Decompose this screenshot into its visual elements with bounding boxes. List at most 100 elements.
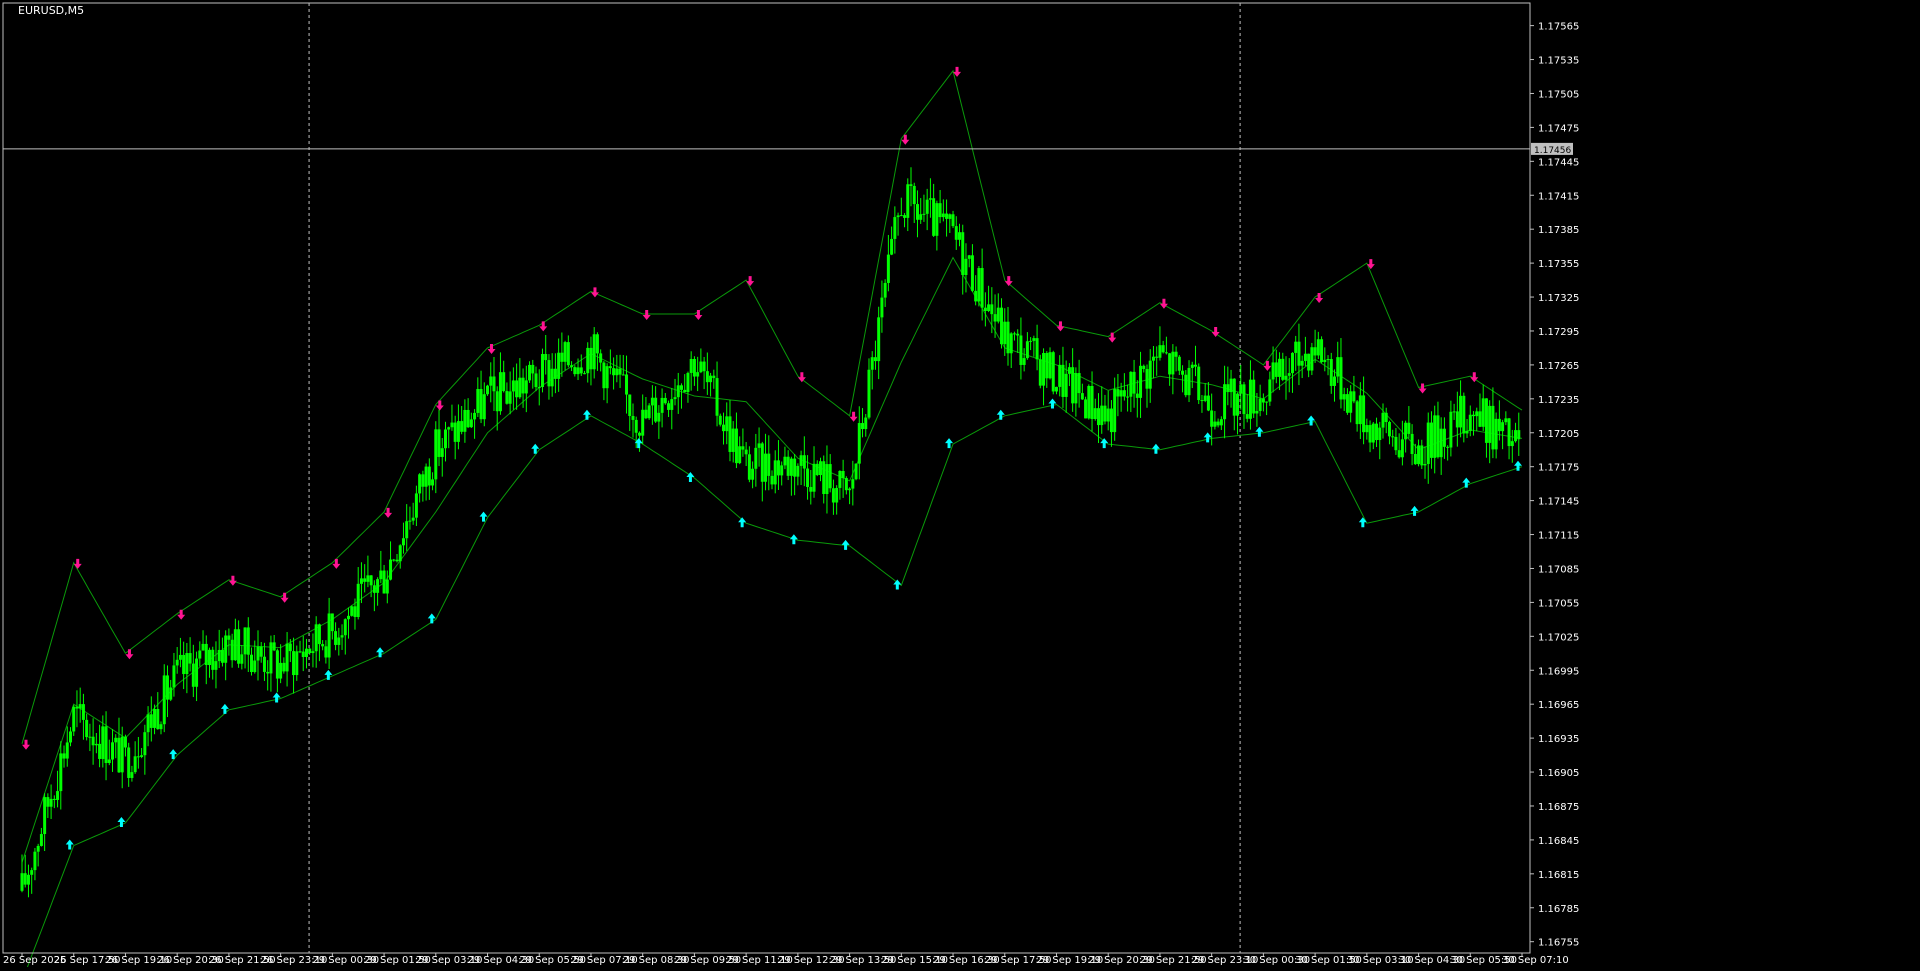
candle-body [1517, 430, 1521, 440]
candle-body [104, 726, 108, 763]
candle-body [204, 643, 208, 666]
candle-body [751, 468, 755, 480]
candle-body [1074, 373, 1078, 404]
candle-body [1394, 436, 1398, 451]
candle-body [851, 479, 855, 489]
candle-body [469, 419, 473, 428]
candle-body [1271, 362, 1275, 380]
candle-body [1501, 422, 1505, 432]
candle-body [770, 475, 774, 485]
price-tick-label: 1.17025 [1538, 632, 1579, 643]
time-tick-label: 30 Sep 07:10 [1502, 955, 1569, 966]
candle-body [211, 649, 215, 670]
candle-body [330, 613, 334, 632]
candle-body [165, 675, 169, 700]
candle-body [799, 455, 803, 466]
candle-body [1032, 338, 1036, 341]
candle-body [1000, 307, 1004, 345]
price-tick-label: 1.17565 [1538, 22, 1579, 33]
candle-body [1429, 422, 1433, 458]
candle-body [334, 631, 338, 645]
chart-canvas[interactable]: 1.175651.175351.175051.174751.174451.174… [0, 0, 1920, 971]
candle-body [1491, 405, 1495, 450]
candle-body [1475, 411, 1479, 417]
candle-body [476, 388, 480, 413]
candle-body [159, 724, 163, 730]
candle-body [932, 198, 936, 236]
candle-body [1465, 430, 1469, 434]
price-tick-label: 1.17325 [1538, 293, 1579, 304]
price-tick-label: 1.17295 [1538, 327, 1579, 338]
candle-body [1384, 412, 1388, 423]
candle-body [983, 307, 987, 311]
price-tick-label: 1.16875 [1538, 802, 1579, 813]
candle-body [1197, 366, 1201, 401]
candle-body [94, 743, 98, 746]
candle-body [392, 559, 396, 561]
candle-body [637, 432, 641, 436]
candle-body [434, 429, 438, 480]
candle-body [1142, 365, 1146, 370]
candle-body [98, 743, 102, 759]
candle-body [1417, 445, 1421, 465]
candle-body [861, 423, 865, 430]
candle-body [311, 651, 315, 654]
candle-body [560, 352, 564, 362]
candle-body [1071, 367, 1075, 404]
candle-body [1193, 364, 1197, 367]
candle-body [1371, 423, 1375, 443]
candle-body [767, 453, 771, 476]
candle-body [515, 380, 519, 398]
candle-body [492, 376, 496, 392]
candle-body [822, 461, 826, 495]
candle-body [741, 446, 745, 450]
candle-body [482, 394, 486, 420]
candle-body [625, 374, 629, 395]
price-tick-label: 1.16935 [1538, 734, 1579, 745]
candle-body [1174, 351, 1178, 357]
price-tick-label: 1.17055 [1538, 598, 1579, 609]
candle-body [1462, 395, 1466, 434]
candle-body [385, 579, 389, 594]
candle-body [240, 654, 244, 664]
candle-body [427, 466, 431, 486]
candle-body [195, 658, 199, 687]
candle-body [589, 347, 593, 370]
candle-body [188, 653, 192, 664]
candle-body [583, 373, 586, 375]
candle-body [395, 559, 399, 562]
candle-body [1122, 390, 1126, 397]
candle-body [153, 708, 157, 728]
candle-body [1255, 410, 1259, 414]
candle-body [1446, 446, 1450, 448]
candle-body [692, 358, 696, 377]
candle-body [712, 375, 716, 379]
candle-body [1294, 341, 1298, 353]
candle-body [1378, 427, 1382, 441]
candle-body [948, 214, 952, 219]
candle-body [1155, 356, 1159, 358]
price-tick-label: 1.17085 [1538, 564, 1579, 575]
candle-body [1391, 436, 1395, 438]
candle-body [1045, 353, 1049, 379]
candle-body [143, 732, 147, 756]
price-tick-label: 1.16815 [1538, 870, 1579, 881]
price-tick-label: 1.16965 [1538, 700, 1579, 711]
trading-chart[interactable]: 1.17565 1.17535 1.17505 1.17475 1.17445 1.174… [0, 0, 1920, 971]
candle-body [337, 637, 341, 645]
candle-body [1239, 384, 1243, 394]
candle-body [1087, 385, 1091, 419]
candle-body [870, 357, 874, 370]
candle-body [890, 238, 894, 255]
candle-body [172, 665, 176, 688]
candle-body [130, 772, 134, 778]
candle-body [686, 372, 690, 393]
candle-body [479, 388, 483, 420]
candle-body [175, 659, 179, 666]
candle-body [1387, 422, 1391, 437]
candle-body [259, 646, 263, 657]
candle-body [773, 460, 777, 485]
candle-body [715, 378, 719, 416]
candle-body [990, 304, 994, 315]
candle-body [1375, 423, 1379, 441]
